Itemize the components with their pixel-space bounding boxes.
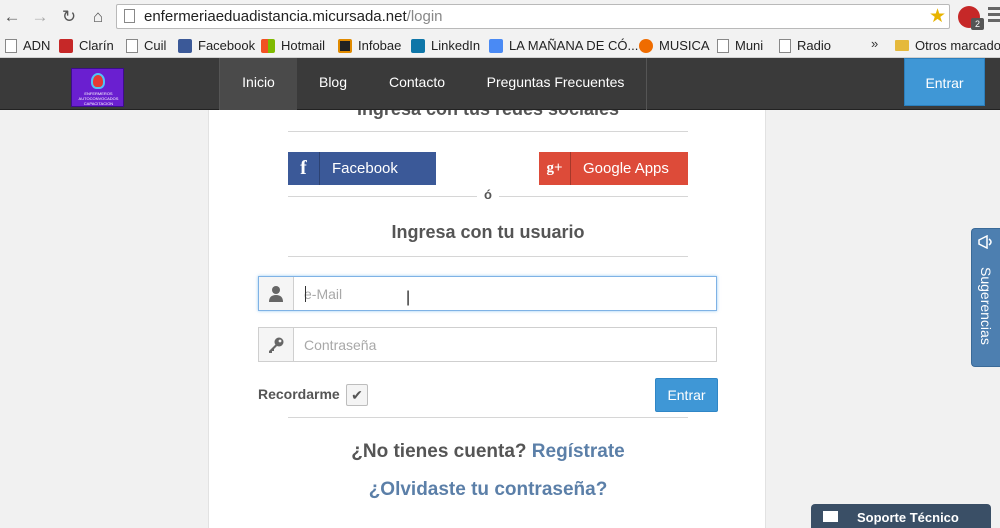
divider: [288, 256, 688, 257]
forward-icon[interactable]: →: [29, 6, 51, 28]
forgot-password-link[interactable]: ¿Olvidaste tu contraseña?: [209, 479, 765, 501]
page-icon: [5, 38, 17, 53]
divider: [288, 131, 688, 132]
address-bar[interactable]: enfermeriaeduadistancia.micursada.net/lo…: [116, 4, 950, 29]
back-icon[interactable]: ←: [1, 6, 23, 28]
browser-menu-icon[interactable]: [988, 7, 1000, 25]
page-icon: [124, 9, 135, 23]
folder-icon: [895, 40, 909, 51]
bookmark-cuil[interactable]: Cuil: [126, 37, 166, 54]
site-logo[interactable]: ENFERMEROS AUTOCONVOCADOS CAPACITACION: [71, 68, 124, 107]
page-icon: [779, 38, 791, 53]
page-icon: [717, 38, 729, 53]
nav-contacto[interactable]: Contacto: [369, 58, 465, 110]
bookmark-hotmail[interactable]: Hotmail: [261, 37, 325, 54]
remember-label: Recordarme: [258, 386, 340, 402]
email-field[interactable]: |: [258, 276, 717, 311]
header-login-button[interactable]: Entrar: [904, 58, 985, 106]
suggestions-tab[interactable]: Sugerencias: [971, 228, 1000, 367]
reload-icon[interactable]: ↻: [58, 6, 80, 28]
no-account-line: ¿No tienes cuenta? Regístrate: [209, 441, 765, 463]
login-submit-button[interactable]: Entrar: [655, 378, 718, 412]
clarin-icon: [59, 38, 73, 53]
bookmark-infobae[interactable]: Infobae: [338, 37, 401, 54]
email-input[interactable]: [304, 283, 704, 305]
musica-icon: [639, 38, 653, 53]
bookmark-muni[interactable]: Muni: [717, 37, 763, 54]
other-bookmarks[interactable]: Otros marcador: [895, 37, 1000, 54]
windows-icon: [261, 38, 275, 53]
facebook-label: Facebook: [332, 160, 398, 177]
user-heading: Ingresa con tu usuario: [391, 222, 585, 242]
google-login-button[interactable]: g+ Google Apps: [539, 152, 688, 185]
key-icon: [259, 328, 294, 361]
google-icon: [489, 38, 503, 53]
bookmark-star-icon[interactable]: ★: [929, 5, 946, 28]
logo-emblem-icon: [91, 73, 105, 89]
google-label: Google Apps: [583, 160, 669, 177]
support-label: Soporte Técnico: [857, 510, 959, 525]
facebook-icon: f: [288, 152, 320, 185]
bookmarks-bar: ADN Clarín Cuil Facebook Hotmail Infobae…: [0, 33, 1000, 58]
or-separator: ó: [477, 187, 499, 202]
social-heading: Ingresa con tus redes sociales: [209, 110, 765, 120]
google-plus-icon: g+: [539, 152, 571, 185]
text-caret: [305, 286, 306, 302]
facebook-icon: [178, 38, 192, 53]
site-header: ENFERMEROS AUTOCONVOCADOS CAPACITACION I…: [0, 58, 1000, 110]
envelope-icon: [823, 511, 838, 522]
logo-text: ENFERMEROS AUTOCONVOCADOS CAPACITACION: [78, 91, 119, 106]
divider: [288, 417, 688, 418]
browser-toolbar: ← → ↻ ⌂ enfermeriaeduadistancia.micursad…: [0, 0, 1000, 33]
url-text[interactable]: enfermeriaeduadistancia.micursada.net/lo…: [144, 8, 443, 25]
text-cursor-icon: |: [406, 289, 411, 306]
nav-divider: [646, 58, 647, 110]
bookmarks-overflow[interactable]: »: [871, 36, 878, 51]
linkedin-icon: [411, 38, 425, 53]
bookmark-radio[interactable]: Radio: [779, 37, 831, 54]
bookmark-adn[interactable]: ADN: [5, 37, 50, 54]
no-account-text: ¿No tienes cuenta?: [351, 441, 527, 462]
password-input[interactable]: [304, 334, 704, 356]
page-icon: [126, 38, 138, 53]
bookmark-linkedin[interactable]: LinkedIn: [411, 37, 480, 54]
home-icon[interactable]: ⌂: [87, 6, 109, 28]
nav-blog[interactable]: Blog: [297, 58, 369, 110]
user-icon: [259, 277, 294, 310]
support-tab[interactable]: Soporte Técnico: [811, 504, 991, 528]
bookmark-facebook[interactable]: Facebook: [178, 37, 255, 54]
nav-inicio[interactable]: Inicio: [220, 58, 297, 110]
megaphone-icon: [977, 234, 995, 250]
bookmark-la-manana[interactable]: LA MAÑANA DE CÓ...: [489, 37, 638, 54]
login-panel: Ingresa con tus redes sociales f Faceboo…: [208, 110, 766, 528]
facebook-login-button[interactable]: f Facebook: [288, 152, 436, 185]
extension-badge: 2: [971, 18, 984, 30]
bookmark-musica[interactable]: MUSICA: [639, 37, 710, 54]
password-field[interactable]: [258, 327, 717, 362]
remember-checkbox[interactable]: ✔: [346, 384, 368, 406]
bookmark-clarin[interactable]: Clarín: [59, 37, 114, 54]
infobae-icon: [338, 38, 352, 53]
suggestions-label: Sugerencias: [978, 267, 994, 345]
nav-preguntas-frecuentes[interactable]: Preguntas Frecuentes: [465, 58, 646, 110]
register-link[interactable]: Regístrate: [532, 441, 625, 462]
